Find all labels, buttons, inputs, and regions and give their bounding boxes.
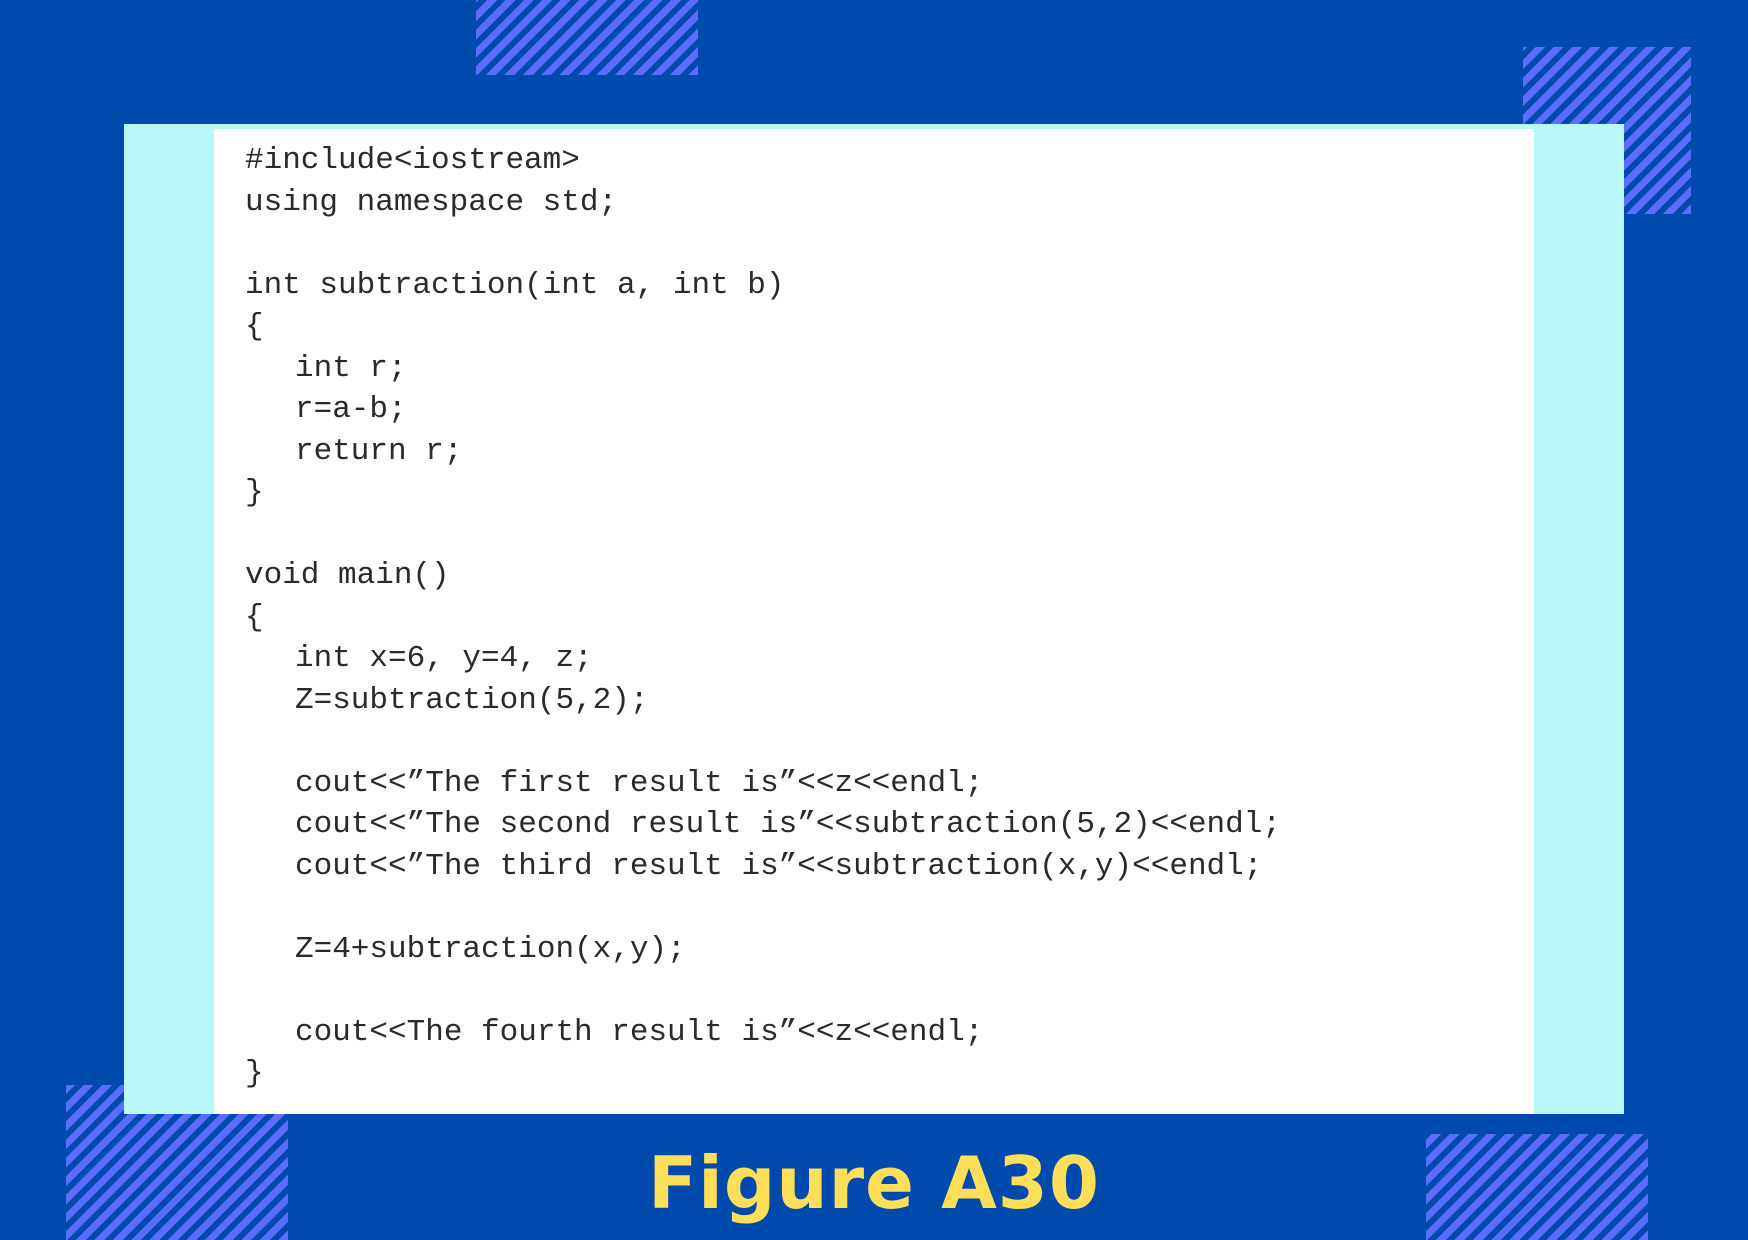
decorative-stripe-top	[476, 0, 698, 75]
code-line: using namespace std;	[245, 184, 618, 220]
code-line: int subtraction(int a, int b)	[245, 267, 785, 303]
code-line: }	[245, 475, 264, 510]
code-line: cout<<The fourth result is”<<z<<endl;	[295, 1014, 984, 1050]
code-listing: #include<iostream> using namespace std; in…	[245, 140, 1281, 1095]
faded-background-text	[1414, 299, 1420, 326]
code-line: {	[245, 309, 264, 344]
code-line: cout<<”The third result is”<<subtraction…	[295, 848, 1263, 884]
code-line: Z=4+subtraction(x,y);	[295, 931, 686, 967]
code-line: int r;	[295, 350, 407, 386]
code-line: {	[245, 599, 264, 635]
code-line: #include<iostream>	[245, 143, 580, 178]
code-line: cout<<”The first result is”<<z<<endl;	[295, 765, 984, 801]
code-line: return r;	[295, 433, 463, 469]
figure-caption: Figure A30	[648, 1141, 1100, 1225]
code-line: r=a-b;	[295, 392, 407, 427]
code-line: Z=subtraction(5,2);	[295, 682, 649, 718]
code-line: }	[245, 1056, 264, 1091]
code-line: cout<<”The second result is”<<subtractio…	[295, 807, 1281, 842]
code-line: int x=6, y=4, z;	[295, 641, 593, 676]
code-line: void main()	[245, 558, 450, 593]
